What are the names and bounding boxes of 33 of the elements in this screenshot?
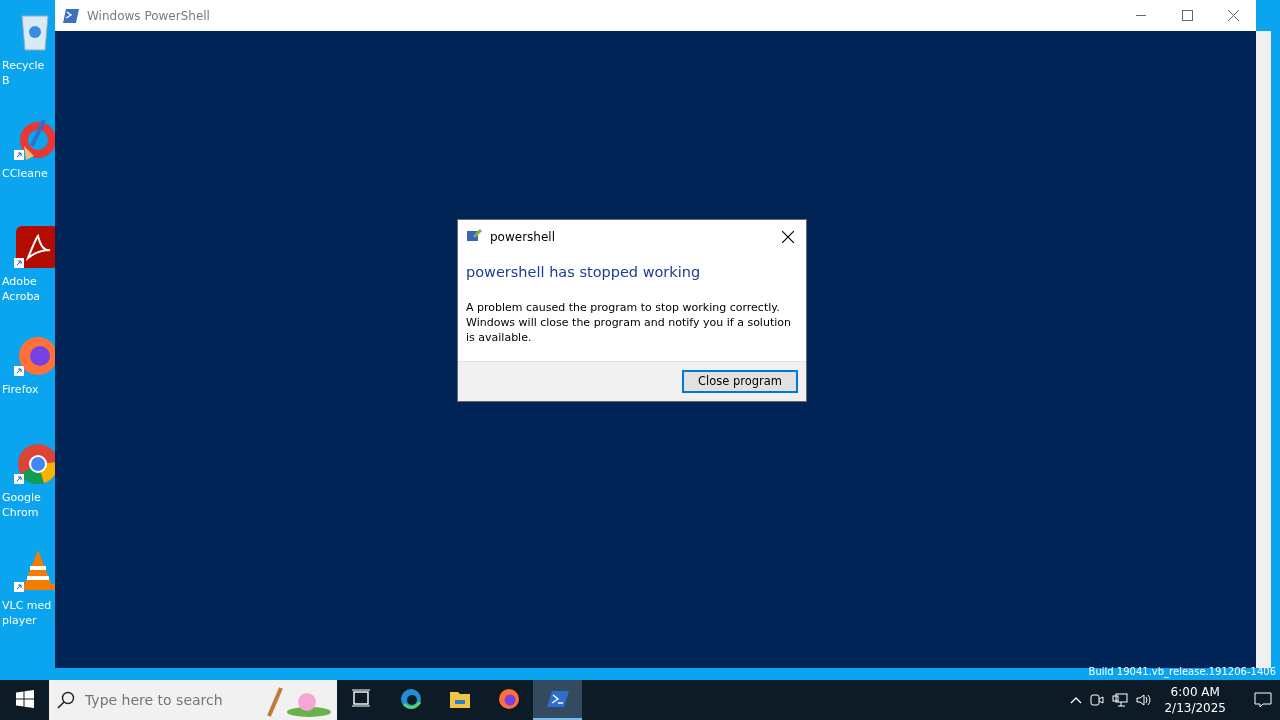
close-icon[interactable] — [782, 231, 794, 243]
desktop-icon-label[interactable]: CCleane — [2, 166, 55, 181]
dialog-heading: powershell has stopped working — [466, 263, 702, 282]
search-icon[interactable] — [57, 691, 75, 709]
notification-icon[interactable] — [1254, 692, 1272, 708]
close-program-button[interactable]: Close program — [681, 369, 798, 393]
edge-icon — [399, 688, 422, 710]
search-bar[interactable]: Type here to search — [49, 680, 337, 720]
desktop-icon-label[interactable]: Adobe Acroba — [2, 274, 55, 304]
acrobat-icon[interactable] — [14, 224, 55, 270]
desktop-icon-label[interactable]: Recycle B — [2, 58, 55, 88]
powershell-icon — [63, 8, 79, 23]
build-text: Build 19041.vb_release.191206-1406 — [1088, 665, 1276, 678]
window-title: Windows PowerShell — [87, 7, 210, 25]
volume-icon[interactable] — [1136, 693, 1153, 707]
clock-date[interactable]: 2/13/2025 — [1164, 700, 1226, 716]
task-view-icon — [350, 688, 373, 710]
desktop-icon-label[interactable]: VLC med player — [2, 598, 55, 628]
clock-time[interactable]: 6:00 AM — [1164, 684, 1226, 700]
powershell-icon — [546, 688, 569, 710]
desktop-icon-label[interactable]: Google Chrom — [2, 490, 55, 520]
search-field[interactable]: Type here to search — [83, 688, 253, 712]
firefox-icon — [497, 688, 520, 710]
chevron-up-icon[interactable] — [1070, 696, 1083, 704]
camera-icon[interactable] — [1090, 693, 1105, 707]
ccleaner-icon[interactable] — [14, 116, 55, 162]
windows-logo-icon[interactable] — [15, 690, 34, 708]
desktop-icon-label[interactable]: Firefox — [2, 382, 55, 397]
dialog-message: A problem caused the program to stop working correctly. Windows will close the program and notify you if a solution is available. — [466, 299, 792, 345]
dialog-title: powershell — [490, 229, 555, 246]
vlc-icon[interactable] — [14, 548, 55, 594]
network-icon[interactable] — [1112, 693, 1129, 707]
maximize-icon[interactable] — [1181, 10, 1193, 21]
